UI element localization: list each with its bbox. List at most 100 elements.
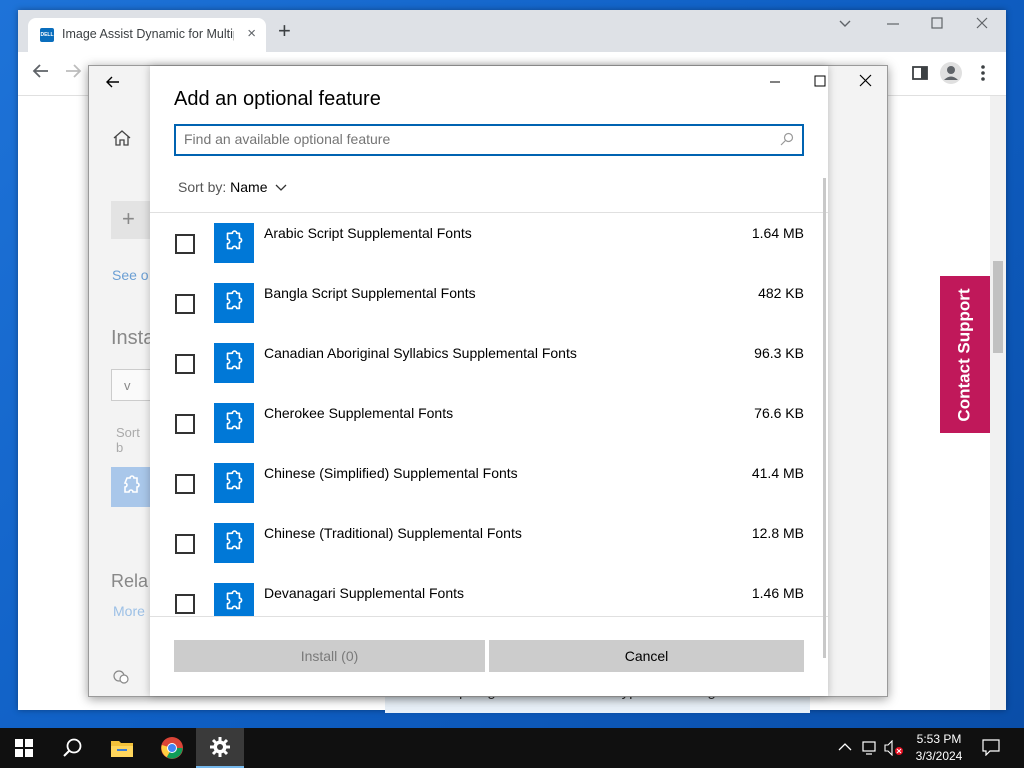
list-item[interactable]: Devanagari Supplemental Fonts 1.46 MB xyxy=(150,573,828,616)
feature-size: 1.64 MB xyxy=(751,225,804,241)
settings-nav: + See o Insta v Sort b Rela More xyxy=(89,66,154,696)
tab-title: Image Assist Dynamic for Multip xyxy=(62,27,234,41)
page-scrollbar[interactable] xyxy=(990,96,1006,710)
feature-list[interactable]: Arabic Script Supplemental Fonts 1.64 MB B… xyxy=(150,212,828,617)
chrome-button[interactable] xyxy=(148,728,196,768)
dell-favicon-icon: DELL xyxy=(40,28,54,42)
see-history-link[interactable]: See o xyxy=(112,267,149,283)
taskbar-search-icon xyxy=(63,738,82,757)
puzzle-piece-icon xyxy=(214,223,254,263)
settings-maximize-icon[interactable] xyxy=(814,74,826,92)
dialog-title: Add an optional feature xyxy=(174,88,381,110)
settings-window: + See o Insta v Sort b Rela More Add an … xyxy=(88,65,888,697)
page-scroll-thumb[interactable] xyxy=(993,261,1003,353)
taskbar: 5:53 PM 3/3/2024 xyxy=(0,728,1024,768)
browser-tab[interactable]: DELL Image Assist Dynamic for Multip × xyxy=(28,18,266,52)
folder-icon xyxy=(111,741,133,757)
feature-name: Arabic Script Supplemental Fonts xyxy=(264,225,472,241)
feature-checkbox[interactable] xyxy=(175,534,195,554)
settings-close-icon[interactable] xyxy=(859,74,872,92)
related-heading: Rela xyxy=(111,571,149,591)
feature-name: Chinese (Traditional) Supplemental Fonts xyxy=(264,525,522,541)
clock-time: 5:53 PM xyxy=(916,732,962,746)
feature-size: 76.6 KB xyxy=(754,405,804,421)
feedback-icon[interactable] xyxy=(113,669,129,690)
sort-value: Name xyxy=(230,179,268,195)
more-link[interactable]: More xyxy=(113,603,145,619)
side-panel-icon[interactable] xyxy=(911,64,931,84)
settings-taskbar-button[interactable] xyxy=(196,728,244,768)
feature-size: 96.3 KB xyxy=(754,345,804,361)
puzzle-piece-icon xyxy=(214,523,254,563)
sort-behind: Sort b xyxy=(116,425,140,455)
feature-name: Devanagari Supplemental Fonts xyxy=(264,585,465,601)
puzzle-piece-icon xyxy=(214,403,254,443)
home-icon[interactable] xyxy=(112,129,132,152)
feature-checkbox[interactable] xyxy=(175,354,195,374)
list-item[interactable]: Bangla Script Supplemental Fonts 482 KB xyxy=(150,273,828,333)
search-icon xyxy=(780,132,794,151)
windows-logo-icon xyxy=(15,739,33,757)
sort-dropdown[interactable]: Sort by: Name xyxy=(178,179,287,195)
add-feature-tile[interactable]: + xyxy=(111,201,151,239)
chrome-icon xyxy=(161,737,183,759)
close-window-icon[interactable] xyxy=(975,16,989,34)
list-item[interactable]: Arabic Script Supplemental Fonts 1.64 MB xyxy=(150,213,828,273)
forward-icon[interactable] xyxy=(64,62,82,85)
feature-size: 41.4 MB xyxy=(751,465,804,481)
chevron-down-icon xyxy=(275,179,287,195)
notifications-icon[interactable] xyxy=(982,738,1000,759)
feature-name: Bangla Script Supplemental Fonts xyxy=(264,285,476,301)
feature-search-input[interactable] xyxy=(184,131,764,147)
tab-bar: DELL Image Assist Dynamic for Multip × + xyxy=(18,10,1006,52)
menu-kebab-icon[interactable] xyxy=(980,64,1000,84)
feature-size: 482 KB xyxy=(758,285,804,301)
installed-search[interactable]: v xyxy=(111,369,151,401)
tray-chevron-icon[interactable] xyxy=(838,740,852,755)
back-icon[interactable] xyxy=(32,62,50,85)
settings-back-icon[interactable] xyxy=(105,74,121,95)
installed-heading: Insta xyxy=(111,327,155,349)
new-tab-button[interactable]: + xyxy=(278,20,291,42)
start-button[interactable] xyxy=(0,728,48,768)
feature-size: 1.46 MB xyxy=(751,585,804,601)
list-item[interactable]: Chinese (Traditional) Supplemental Fonts… xyxy=(150,513,828,573)
installed-feature-icon xyxy=(111,467,151,507)
network-icon[interactable] xyxy=(862,740,880,759)
profile-icon[interactable] xyxy=(940,62,962,84)
add-optional-feature-dialog: Add an optional feature Sort by: Name Ar… xyxy=(150,66,828,696)
gear-icon xyxy=(210,737,230,757)
feature-size: 12.8 MB xyxy=(751,525,804,541)
installed-search-text: v xyxy=(124,378,131,393)
maximize-icon[interactable] xyxy=(930,16,944,34)
sort-label: Sort by: xyxy=(178,179,227,195)
settings-minimize-icon[interactable] xyxy=(769,74,781,92)
feature-checkbox[interactable] xyxy=(175,414,195,434)
list-item[interactable]: Canadian Aboriginal Syllabics Supplement… xyxy=(150,333,828,393)
minimize-icon[interactable] xyxy=(886,16,900,34)
feature-name: Chinese (Simplified) Supplemental Fonts xyxy=(264,465,518,481)
feature-checkbox[interactable] xyxy=(175,594,195,614)
install-button[interactable]: Install (0) xyxy=(174,640,485,672)
dialog-scrollbar[interactable] xyxy=(823,178,826,658)
feature-checkbox[interactable] xyxy=(175,474,195,494)
feature-checkbox[interactable] xyxy=(175,234,195,254)
list-item[interactable]: Cherokee Supplemental Fonts 76.6 KB xyxy=(150,393,828,453)
list-item[interactable]: Chinese (Simplified) Supplemental Fonts 4… xyxy=(150,453,828,513)
contact-support-button[interactable]: Contact Support xyxy=(940,276,990,433)
feature-name: Cherokee Supplemental Fonts xyxy=(264,405,454,421)
cancel-button[interactable]: Cancel xyxy=(489,640,804,672)
puzzle-piece-icon xyxy=(214,463,254,503)
search-taskbar-button[interactable] xyxy=(48,728,96,768)
clock-date: 3/3/2024 xyxy=(915,749,963,763)
tab-close-icon[interactable]: × xyxy=(247,25,256,42)
volume-muted-icon[interactable] xyxy=(884,739,904,759)
puzzle-piece-icon xyxy=(214,343,254,383)
puzzle-piece-icon xyxy=(214,283,254,323)
feature-search-box[interactable] xyxy=(174,124,804,156)
feature-checkbox[interactable] xyxy=(175,294,195,314)
contact-support-label: Contact Support xyxy=(955,287,974,422)
tab-search-icon[interactable] xyxy=(838,16,852,34)
file-explorer-button[interactable] xyxy=(98,728,146,768)
clock[interactable]: 5:53 PM 3/3/2024 xyxy=(908,731,970,765)
